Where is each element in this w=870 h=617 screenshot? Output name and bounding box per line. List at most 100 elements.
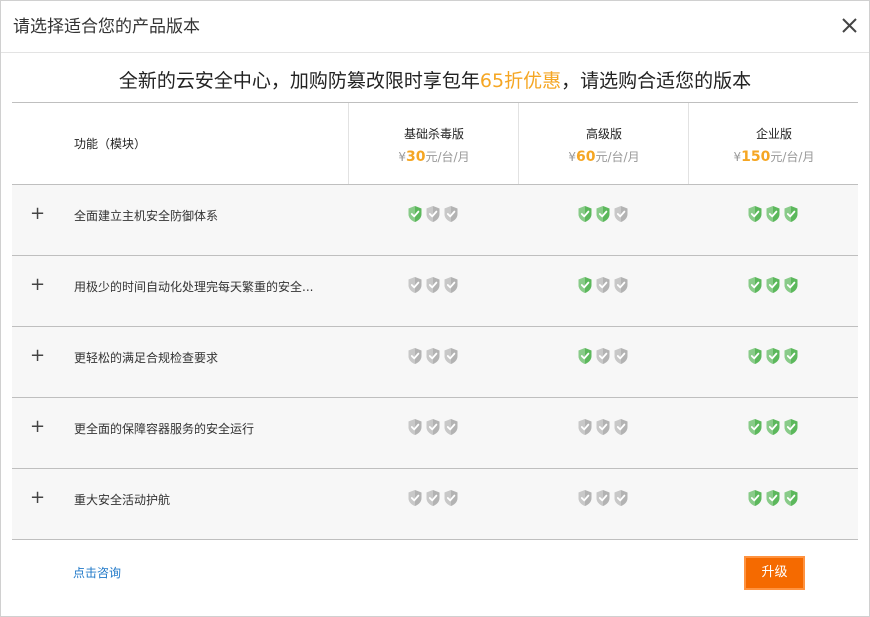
table-row[interactable]: + 重大安全活动护航 xyxy=(12,469,858,540)
close-icon xyxy=(842,18,857,33)
shield-check-icon xyxy=(408,206,422,222)
feature-label: 全面建立主机安全防御体系 xyxy=(74,209,219,223)
table-row[interactable]: + 用极少的时间自动化处理完每天繁重的安全... xyxy=(12,256,858,327)
shield-rating xyxy=(518,418,688,437)
shield-rating xyxy=(348,276,518,295)
shield-check-icon xyxy=(766,348,780,364)
promo-text-after: ，请选购合适您的版本 xyxy=(561,70,752,92)
shield-check-icon xyxy=(784,277,798,293)
currency-symbol: ¥ xyxy=(568,150,577,164)
shield-rating xyxy=(518,205,688,224)
shield-check-icon xyxy=(596,348,610,364)
plan-header-enterprise: 企业版 ¥150元/台/月 xyxy=(688,103,859,184)
shield-check-icon xyxy=(578,490,592,506)
shield-check-icon xyxy=(408,490,422,506)
shield-check-icon xyxy=(426,277,440,293)
table-row[interactable]: + 更轻松的满足合规检查要求 xyxy=(12,327,858,398)
expand-icon[interactable]: + xyxy=(30,347,45,367)
shield-check-icon xyxy=(408,419,422,435)
shield-check-icon xyxy=(408,348,422,364)
shield-check-icon xyxy=(766,419,780,435)
currency-symbol: ¥ xyxy=(733,150,742,164)
shield-rating xyxy=(348,205,518,224)
shield-check-icon xyxy=(784,490,798,506)
shield-check-icon xyxy=(596,277,610,293)
shield-check-icon xyxy=(444,277,458,293)
shield-rating xyxy=(348,489,518,508)
shield-check-icon xyxy=(578,277,592,293)
shield-check-icon xyxy=(784,348,798,364)
expand-icon[interactable]: + xyxy=(30,418,45,438)
table-row[interactable]: + 全面建立主机安全防御体系 xyxy=(12,185,858,256)
plan-name: 企业版 xyxy=(755,127,792,141)
dialog-title: 请选择适合您的产品版本 xyxy=(13,17,200,37)
shield-rating xyxy=(688,418,858,437)
close-button[interactable] xyxy=(839,13,861,39)
feature-label: 用极少的时间自动化处理完每天繁重的安全... xyxy=(74,280,314,294)
shield-check-icon xyxy=(784,206,798,222)
shield-check-icon xyxy=(444,206,458,222)
plan-comparison-table: 功能（模块） 基础杀毒版 ¥30元/台/月 高级版 ¥60元/台/月 企业版 ¥… xyxy=(12,102,858,540)
shield-rating xyxy=(688,347,858,366)
shield-check-icon xyxy=(614,206,628,222)
dialog-header: 请选择适合您的产品版本 xyxy=(1,1,869,53)
shield-check-icon xyxy=(766,277,780,293)
feature-label: 更全面的保障容器服务的安全运行 xyxy=(74,422,255,436)
plan-price: ¥60元/台/月 xyxy=(519,148,689,165)
currency-symbol: ¥ xyxy=(398,150,407,164)
plan-name: 高级版 xyxy=(585,127,622,141)
plan-select-dialog: 请选择适合您的产品版本 全新的云安全中心，加购防篡改限时享包年65折优惠，请选购… xyxy=(0,0,870,617)
shield-rating xyxy=(688,205,858,224)
consult-link[interactable]: 点击咨询 xyxy=(73,564,121,581)
shield-check-icon xyxy=(766,206,780,222)
shield-check-icon xyxy=(614,277,628,293)
shield-check-icon xyxy=(596,419,610,435)
promo-highlight: 65折优惠 xyxy=(479,70,562,92)
shield-rating xyxy=(348,418,518,437)
feature-column-header: 功能（模块） xyxy=(74,137,147,151)
price-value: 150 xyxy=(741,149,771,165)
shield-check-icon xyxy=(444,419,458,435)
shield-check-icon xyxy=(426,419,440,435)
shield-check-icon xyxy=(408,277,422,293)
table-body: + 全面建立主机安全防御体系 + 用极少的时间自动化处理完每天繁重的安全... + 更轻松… xyxy=(12,185,858,540)
price-unit: 元/台/月 xyxy=(425,150,470,164)
shield-check-icon xyxy=(426,206,440,222)
plan-name: 基础杀毒版 xyxy=(403,127,464,141)
shield-rating xyxy=(348,347,518,366)
table-header: 功能（模块） 基础杀毒版 ¥30元/台/月 高级版 ¥60元/台/月 企业版 ¥… xyxy=(12,102,858,185)
shield-rating xyxy=(518,347,688,366)
promo-text-before: 全新的云安全中心，加购防篡改限时享包年 xyxy=(118,70,480,92)
shield-rating xyxy=(688,489,858,508)
shield-check-icon xyxy=(596,490,610,506)
plan-header-advanced: 高级版 ¥60元/台/月 xyxy=(518,103,689,184)
shield-check-icon xyxy=(578,206,592,222)
shield-rating xyxy=(688,276,858,295)
shield-check-icon xyxy=(426,490,440,506)
shield-check-icon xyxy=(614,348,628,364)
shield-check-icon xyxy=(444,490,458,506)
feature-label: 更轻松的满足合规检查要求 xyxy=(74,351,219,365)
price-value: 30 xyxy=(406,149,426,165)
expand-icon[interactable]: + xyxy=(30,205,45,225)
expand-icon[interactable]: + xyxy=(30,276,45,296)
table-row[interactable]: + 更全面的保障容器服务的安全运行 xyxy=(12,398,858,469)
shield-check-icon xyxy=(614,490,628,506)
promo-banner: 全新的云安全中心，加购防篡改限时享包年65折优惠，请选购合适您的版本 xyxy=(1,67,869,95)
shield-rating xyxy=(518,489,688,508)
shield-check-icon xyxy=(748,206,762,222)
shield-check-icon xyxy=(596,206,610,222)
shield-check-icon xyxy=(748,348,762,364)
shield-rating xyxy=(518,276,688,295)
shield-check-icon xyxy=(444,348,458,364)
shield-check-icon xyxy=(766,490,780,506)
plan-price: ¥150元/台/月 xyxy=(689,148,859,165)
shield-check-icon xyxy=(614,419,628,435)
upgrade-button[interactable]: 升级 xyxy=(744,556,805,590)
shield-check-icon xyxy=(784,419,798,435)
feature-label: 重大安全活动护航 xyxy=(74,493,171,507)
plan-price: ¥30元/台/月 xyxy=(349,148,519,165)
expand-icon[interactable]: + xyxy=(30,489,45,509)
price-unit: 元/台/月 xyxy=(595,150,640,164)
shield-check-icon xyxy=(748,490,762,506)
